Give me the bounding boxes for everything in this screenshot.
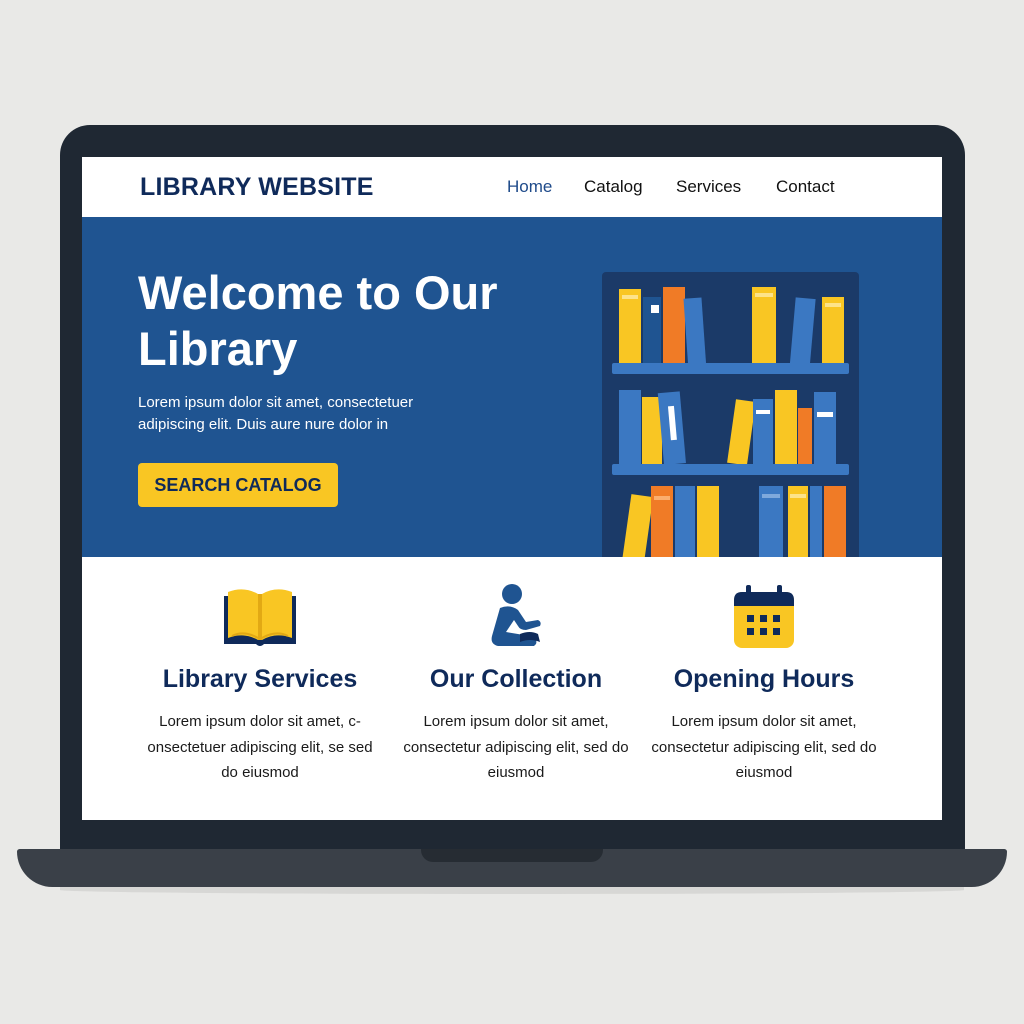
feature-text: Lorem ipsum dolor sit amet, consectetur … — [403, 713, 629, 781]
laptop-screen: LIBRARY WEBSITE Home Catalog Services Co… — [82, 157, 942, 820]
laptop-shadow — [60, 886, 964, 894]
feature-title: Library Services — [162, 665, 358, 693]
site-header: LIBRARY WEBSITE Home Catalog Services Co… — [82, 157, 942, 217]
nav-services-link[interactable]: Services — [676, 177, 741, 197]
feature-text: Lorem ipsum dolor sit amet, c-onsectetue… — [147, 713, 373, 781]
bookshelf-illustration — [602, 272, 859, 557]
feature-title: Opening Hours — [673, 665, 855, 693]
laptop-notch — [421, 849, 603, 862]
feature-title: Our Collection — [429, 665, 603, 693]
laptop-mockup: LIBRARY WEBSITE Home Catalog Services Co… — [0, 0, 1024, 1024]
feature-text: Lorem ipsum dolor sit amet, consectetur … — [651, 713, 877, 781]
open-book-icon — [224, 589, 296, 646]
hero-banner: Welcome to Our Library Lorem ipsum dolor… — [82, 217, 942, 557]
search-catalog-button[interactable]: SEARCH CATALOG — [138, 463, 338, 507]
feature-our-collection[interactable]: Our Collection Lorem ipsum dolor sit ame… — [396, 557, 636, 820]
nav-home-link[interactable]: Home — [507, 177, 552, 197]
feature-library-services[interactable]: Library Services Lorem ipsum dolor sit a… — [140, 557, 380, 820]
feature-opening-hours[interactable]: Opening Hours Lorem ipsum dolor sit amet… — [644, 557, 884, 820]
features-section: Library Services Lorem ipsum dolor sit a… — [82, 557, 942, 820]
hero-title: Welcome to Our Library — [138, 266, 498, 375]
nav-contact-link[interactable]: Contact — [776, 177, 835, 197]
nav-catalog-link[interactable]: Catalog — [584, 177, 643, 197]
hero-description: Lorem ipsum dolor sit amet, consectetuer… — [138, 394, 414, 433]
reading-person-icon — [491, 584, 541, 646]
calendar-icon — [734, 585, 794, 648]
main-nav: Home Catalog Services Contact — [82, 177, 942, 199]
